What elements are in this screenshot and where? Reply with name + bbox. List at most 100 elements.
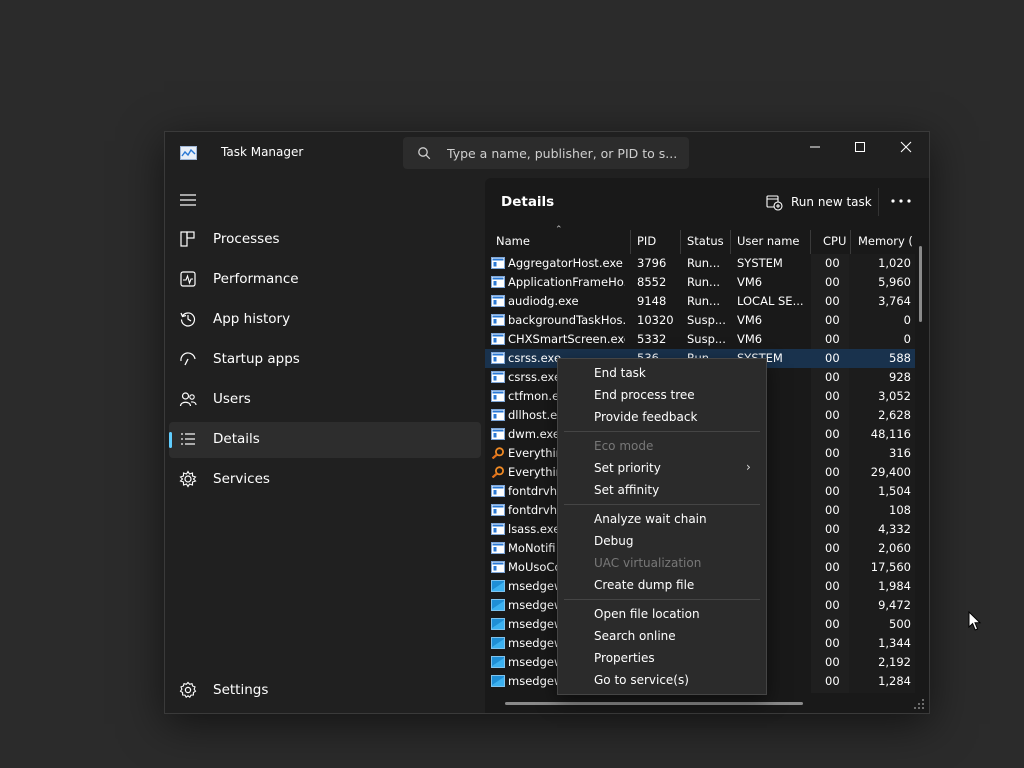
table-row[interactable]: backgroundTaskHos... 10320 Susp... VM6 00 0 — [485, 311, 915, 330]
processes-icon — [180, 231, 195, 247]
table-row[interactable]: CHXSmartScreen.exe 5332 Susp... VM6 00 0 — [485, 330, 915, 349]
cell-cpu: 00 — [825, 427, 840, 441]
menu-item-end-process-tree[interactable]: End process tree — [558, 384, 766, 406]
column-header-cpu[interactable]: CPU — [823, 234, 846, 248]
cell-status: Run... — [687, 275, 721, 289]
column-divider[interactable] — [810, 230, 811, 254]
menu-item-create-dump-file[interactable]: Create dump file — [558, 574, 766, 596]
column-header-pid[interactable]: PID — [637, 234, 656, 248]
cell-user-name: VM6 — [737, 275, 763, 289]
menu-item-set-affinity[interactable]: Set affinity — [558, 479, 766, 501]
cell-memory: 0 — [903, 332, 911, 346]
close-icon — [900, 141, 912, 153]
cell-memory: 4,332 — [878, 522, 911, 536]
menu-item-properties[interactable]: Properties — [558, 647, 766, 669]
cell-status: Susp... — [687, 313, 726, 327]
cell-name: CHXSmartScreen.exe — [508, 332, 625, 346]
nav-item-performance[interactable]: Performance — [169, 262, 481, 298]
nav-item-app-history[interactable]: App history — [169, 302, 481, 338]
column-header-user-name[interactable]: User name — [737, 234, 799, 248]
services-icon — [179, 470, 197, 488]
column-divider[interactable] — [680, 230, 681, 254]
menu-item-label: Properties — [594, 651, 655, 665]
executable-icon — [491, 504, 505, 516]
cell-memory: 1,284 — [878, 674, 911, 688]
run-task-icon — [766, 195, 783, 211]
column-divider[interactable] — [850, 230, 851, 254]
performance-icon — [180, 271, 196, 287]
resize-grip-icon[interactable] — [913, 698, 925, 710]
cell-cpu: 00 — [825, 275, 840, 289]
nav-item-startup-apps[interactable]: Startup apps — [169, 342, 481, 378]
table-row[interactable]: ApplicationFrameHo... 8552 Run... VM6 00 5,96… — [485, 273, 915, 292]
cell-status: Susp... — [687, 332, 726, 346]
vertical-scrollbar[interactable] — [919, 246, 922, 322]
hamburger-menu-icon[interactable] — [179, 192, 197, 208]
details-icon — [181, 433, 195, 445]
menu-item-label: Go to service(s) — [594, 673, 689, 687]
sort-ascending-icon: ⌃ — [555, 225, 563, 235]
menu-separator — [564, 504, 760, 505]
menu-item-go-to-service-s[interactable]: Go to service(s) — [558, 669, 766, 691]
menu-item-analyze-wait-chain[interactable]: Analyze wait chain — [558, 508, 766, 530]
cell-memory: 588 — [889, 351, 911, 365]
menu-item-end-task[interactable]: End task — [558, 362, 766, 384]
nav-label-app-history: App history — [213, 311, 291, 327]
nav-item-processes[interactable]: Processes — [169, 222, 481, 258]
edge-webview-icon — [491, 599, 505, 611]
nav-item-services[interactable]: Services — [169, 462, 481, 498]
nav-label-performance: Performance — [213, 271, 299, 287]
menu-item-label: Analyze wait chain — [594, 512, 707, 526]
cell-pid: 3796 — [637, 256, 667, 270]
edge-webview-icon — [491, 675, 505, 687]
cell-cpu: 00 — [825, 655, 840, 669]
search-input[interactable] — [447, 137, 683, 169]
cell-cpu: 00 — [825, 674, 840, 688]
more-options-icon[interactable] — [889, 196, 913, 206]
cell-cpu: 00 — [825, 389, 840, 403]
executable-icon — [491, 409, 505, 421]
maximize-button[interactable] — [837, 132, 883, 162]
cell-memory: 316 — [889, 446, 911, 460]
close-button[interactable] — [883, 132, 929, 162]
nav-label-details: Details — [213, 431, 260, 447]
column-divider[interactable] — [730, 230, 731, 254]
menu-item-open-file-location[interactable]: Open file location — [558, 603, 766, 625]
table-row[interactable]: audiodg.exe 9148 Run... LOCAL SE... 00 3,764 — [485, 292, 915, 311]
cell-cpu: 00 — [825, 294, 840, 308]
table-row[interactable]: AggregatorHost.exe 3796 Run... SYSTEM 00 1,02… — [485, 254, 915, 273]
column-divider[interactable] — [630, 230, 631, 254]
executable-icon — [491, 295, 505, 307]
cell-memory: 108 — [889, 503, 911, 517]
page-title: Details — [501, 194, 555, 210]
cell-memory: 1,504 — [878, 484, 911, 498]
cell-cpu: 00 — [825, 351, 840, 365]
cell-cpu: 00 — [825, 256, 840, 270]
cell-pid: 8552 — [637, 275, 667, 289]
cell-cpu: 00 — [825, 617, 840, 631]
column-header-name[interactable]: Name — [496, 234, 530, 248]
nav-item-users[interactable]: Users — [169, 382, 481, 418]
nav-item-settings[interactable]: Settings — [169, 672, 481, 708]
cell-memory: 2,192 — [878, 655, 911, 669]
window-title: Task Manager — [221, 145, 304, 159]
executable-icon — [491, 390, 505, 402]
column-header-status[interactable]: Status — [687, 234, 724, 248]
menu-item-provide-feedback[interactable]: Provide feedback — [558, 406, 766, 428]
menu-item-set-priority[interactable]: Set priority › — [558, 457, 766, 479]
active-indicator — [169, 432, 172, 448]
nav-item-details[interactable]: Details — [169, 422, 481, 458]
cell-name: audiodg.exe — [508, 294, 579, 308]
menu-item-debug[interactable]: Debug — [558, 530, 766, 552]
search-box[interactable] — [403, 137, 689, 169]
menu-item-search-online[interactable]: Search online — [558, 625, 766, 647]
cell-cpu: 00 — [825, 560, 840, 574]
title-bar[interactable]: Task Manager — [165, 132, 929, 178]
column-header-memory[interactable]: Memory ( — [858, 234, 912, 248]
minimize-icon — [810, 146, 820, 148]
cell-cpu: 00 — [825, 522, 840, 536]
cell-cpu: 00 — [825, 313, 840, 327]
horizontal-scrollbar[interactable] — [505, 702, 803, 705]
minimize-button[interactable] — [792, 132, 838, 162]
maximize-icon — [855, 142, 865, 152]
